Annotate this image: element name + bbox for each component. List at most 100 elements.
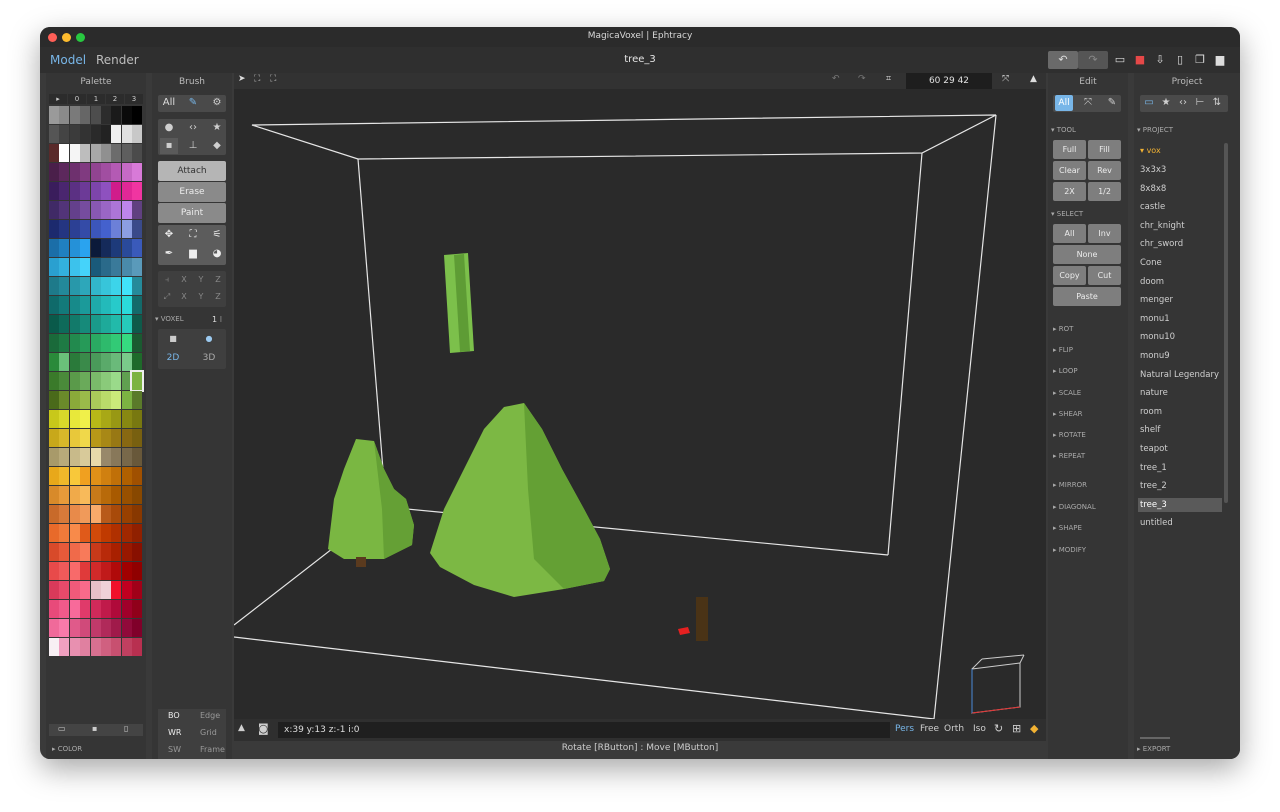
palette-swatch[interactable] [90, 372, 101, 390]
palette-swatch[interactable] [69, 239, 80, 257]
palette-swatch[interactable] [49, 543, 59, 561]
palette-save-icon[interactable]: ▪ [92, 724, 97, 733]
palette-swatch[interactable] [121, 182, 132, 200]
palette-swatch[interactable] [111, 467, 122, 485]
palette-swatch[interactable] [121, 524, 132, 542]
project-item[interactable]: menger [1140, 295, 1220, 305]
palette-swatch[interactable] [80, 372, 91, 390]
palette-open-icon[interactable]: ▭ [58, 724, 66, 733]
palette-swatch[interactable] [90, 410, 101, 428]
palette-swatch[interactable] [121, 638, 132, 656]
palette-swatch[interactable] [111, 296, 122, 314]
palette-swatch[interactable] [59, 353, 70, 371]
palette-swatch[interactable] [90, 391, 101, 409]
palette-swatch[interactable] [90, 258, 101, 276]
copy-button[interactable]: Copy [1053, 266, 1086, 285]
invert-selection-button[interactable]: Inv [1088, 224, 1121, 243]
palette-swatch[interactable] [111, 239, 122, 257]
grid-toggle[interactable]: Grid [200, 728, 217, 737]
palette-swatch[interactable] [80, 467, 91, 485]
palette-swatch[interactable] [69, 600, 80, 618]
palette-swatch[interactable] [101, 220, 111, 238]
palette-swatch[interactable] [69, 296, 80, 314]
palette-swatch[interactable] [49, 581, 59, 599]
palette-swatch[interactable] [121, 144, 132, 162]
palette-swatch[interactable] [90, 638, 101, 656]
redo-icon[interactable]: ↷ [1078, 51, 1108, 69]
palette-swatch[interactable] [49, 486, 59, 504]
palette-swatch[interactable] [80, 353, 91, 371]
edit-section-scale[interactable]: ▸ SCALE [1053, 389, 1081, 397]
palette-page-tab[interactable]: 1 [87, 94, 105, 104]
palette-swatch[interactable] [69, 125, 80, 143]
palette-swatch[interactable] [80, 220, 91, 238]
palette-swatch[interactable] [49, 334, 59, 352]
view-orth-button[interactable]: Orth [944, 724, 964, 734]
edge-toggle[interactable]: Edge [200, 711, 220, 720]
palette-swatch[interactable] [49, 163, 59, 181]
palette-swatch[interactable] [90, 315, 101, 333]
palette-swatch[interactable] [101, 372, 111, 390]
view-redo-icon[interactable]: ↷ [858, 74, 866, 84]
mirror-y-button[interactable]: Y [194, 272, 208, 288]
palette-swatch[interactable] [132, 543, 143, 561]
project-item[interactable]: castle [1140, 202, 1220, 212]
palette-swatch[interactable] [101, 277, 111, 295]
palette-swatch[interactable] [111, 391, 122, 409]
palette-swatch[interactable] [132, 163, 143, 181]
copy-file-icon[interactable]: ❐ [1192, 51, 1208, 69]
select-section-label[interactable]: ▾ SELECT [1051, 210, 1083, 218]
code-icon[interactable]: ‹› [1176, 95, 1190, 111]
palette-swatch[interactable] [59, 258, 70, 276]
palette-swatch[interactable] [59, 581, 70, 599]
magic-wand-icon[interactable]: ⚟ [208, 227, 226, 243]
palette-swatch[interactable] [111, 486, 122, 504]
project-item[interactable]: 3x3x3 [1140, 165, 1220, 175]
palette-swatch[interactable] [101, 315, 111, 333]
project-item[interactable]: nature [1140, 388, 1220, 398]
palette-swatch[interactable] [101, 543, 111, 561]
reset-view-icon[interactable]: ↻ [994, 722, 1003, 735]
delete-icon[interactable]: ▆ [1212, 51, 1228, 69]
project-item[interactable]: untitled [1140, 518, 1220, 528]
palette-swatch[interactable] [69, 163, 80, 181]
palette-swatch[interactable] [132, 524, 143, 542]
palette-swatch[interactable] [111, 505, 122, 523]
palette-swatch[interactable] [132, 467, 143, 485]
palette-swatch[interactable] [80, 410, 91, 428]
palette-swatch[interactable] [132, 619, 143, 637]
paint-mode-button[interactable]: Paint [158, 203, 226, 223]
project-item[interactable]: teapot [1140, 444, 1220, 454]
palette-swatch[interactable] [80, 524, 91, 542]
palette-swatch[interactable] [121, 429, 132, 447]
palette-swatch[interactable] [59, 277, 70, 295]
palette-swatch[interactable] [121, 562, 132, 580]
palette-swatch[interactable] [121, 619, 132, 637]
palette-swatch[interactable] [101, 410, 111, 428]
palette-swatch[interactable] [59, 410, 70, 428]
code-brush-icon[interactable]: ‹› [184, 120, 202, 136]
palette-swatch[interactable] [132, 353, 143, 371]
double-button[interactable]: 2X [1053, 182, 1086, 201]
palette-swatch[interactable] [90, 505, 101, 523]
mirror-icon[interactable]: ⫞ [160, 272, 174, 288]
palette-swatch[interactable] [49, 106, 59, 124]
palette-swatch[interactable] [111, 410, 122, 428]
export-icon[interactable]: ⇩ [1152, 51, 1168, 69]
project-item[interactable]: tree_3 [1138, 497, 1222, 512]
palette-page-tab[interactable]: 2 [106, 94, 124, 104]
palette-swatch[interactable] [59, 429, 70, 447]
palette-swatch[interactable] [90, 182, 101, 200]
palette-swatch[interactable] [59, 125, 70, 143]
palette-swatch[interactable] [80, 581, 91, 599]
palette-swatch[interactable] [121, 600, 132, 618]
palette-swatch[interactable] [121, 391, 132, 409]
palette-swatch[interactable] [80, 638, 91, 656]
palette-swatch[interactable] [111, 638, 122, 656]
palette-swatch[interactable] [101, 581, 111, 599]
collapse-up-icon[interactable]: ▲ [1030, 74, 1037, 84]
attach-mode-button[interactable]: Attach [158, 161, 226, 181]
palette-swatch[interactable] [69, 201, 80, 219]
palette-swatch[interactable] [59, 619, 70, 637]
palette-swatch[interactable] [132, 277, 143, 295]
